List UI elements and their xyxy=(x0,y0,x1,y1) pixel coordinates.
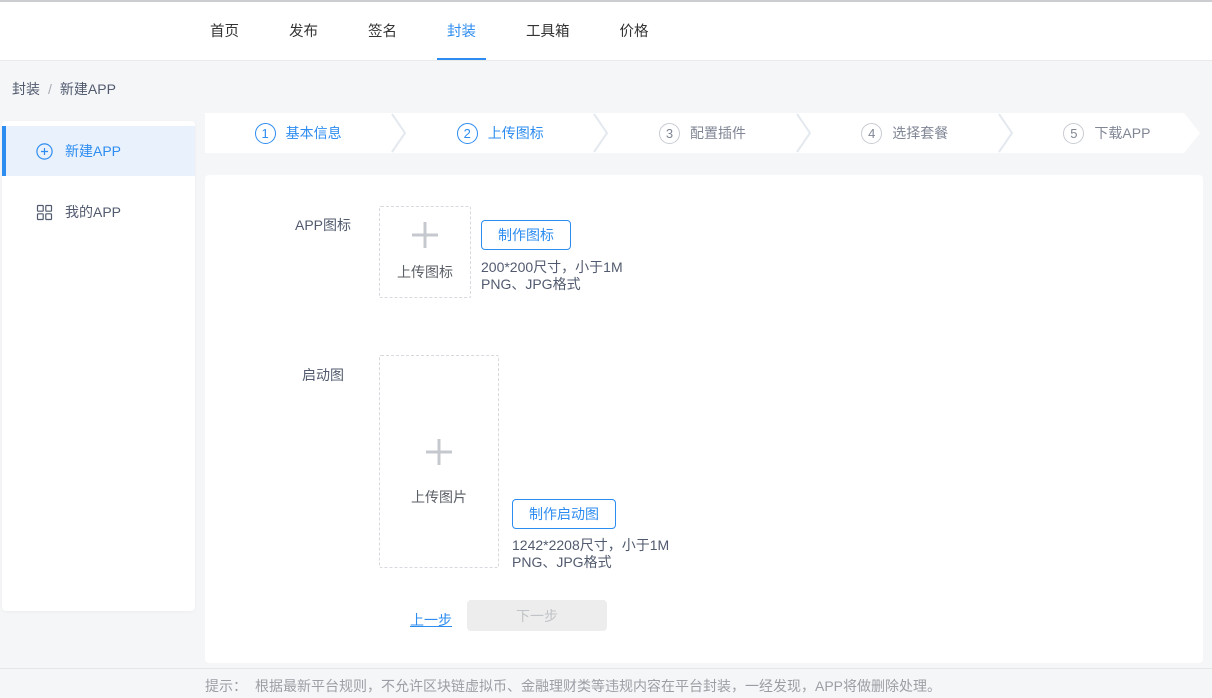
next-step-button[interactable]: 下一步 xyxy=(467,600,607,631)
step-label: 上传图标 xyxy=(488,123,544,143)
plus-icon xyxy=(423,436,455,473)
step-number: 3 xyxy=(659,123,680,144)
chevron-separator-icon xyxy=(391,113,407,153)
step-number: 1 xyxy=(255,123,276,144)
step-select-plan: 4 选择套餐 xyxy=(812,113,998,153)
step-label: 基本信息 xyxy=(286,123,342,143)
step-config-plugins: 3 配置插件 xyxy=(609,113,795,153)
upload-image-text: 上传图片 xyxy=(411,487,467,507)
plus-circle-icon xyxy=(36,143,53,160)
step-label: 下载APP xyxy=(1094,123,1150,143)
step-number: 2 xyxy=(457,123,478,144)
main-nav: 首页 发布 签名 封装 工具箱 价格 xyxy=(200,2,1212,60)
app-icon-hints: 200*200尺寸，小于1M PNG、JPG格式 xyxy=(481,259,623,293)
chevron-separator-icon xyxy=(998,113,1014,153)
icon-format-hint: PNG、JPG格式 xyxy=(481,276,623,293)
sidebar-item-new-app[interactable]: 新建APP xyxy=(2,126,195,176)
make-splash-button[interactable]: 制作启动图 xyxy=(512,499,616,529)
sidebar-item-label: 新建APP xyxy=(65,141,121,161)
icon-size-hint: 200*200尺寸，小于1M xyxy=(481,259,623,276)
splash-info: 制作启动图 1242*2208尺寸，小于1M PNG、JPG格式 xyxy=(512,499,669,571)
breadcrumb: 封装 / 新建APP xyxy=(12,79,116,99)
splash-hints: 1242*2208尺寸，小于1M PNG、JPG格式 xyxy=(512,537,669,571)
step-upload-icon: 2 上传图标 xyxy=(407,113,593,153)
nav-item-sign[interactable]: 签名 xyxy=(358,2,407,60)
tip-label: 提示： xyxy=(205,678,247,694)
breadcrumb-item-package[interactable]: 封装 xyxy=(12,81,40,97)
nav-item-package[interactable]: 封装 xyxy=(437,2,486,60)
nav-item-toolbox[interactable]: 工具箱 xyxy=(516,2,580,60)
footer-tip: 提示： 根据最新平台规则，不允许区块链虚拟币、金融理财类等违规内容在平台封装，一经… xyxy=(205,676,941,696)
tip-text: 根据最新平台规则，不允许区块链虚拟币、金融理财类等违规内容在平台封装，一经发现，… xyxy=(255,678,941,694)
step-number: 5 xyxy=(1063,123,1084,144)
top-navbar: 首页 发布 签名 封装 工具箱 价格 xyxy=(0,2,1212,61)
chevron-separator-icon xyxy=(593,113,609,153)
plus-icon xyxy=(409,219,441,256)
chevron-separator-icon xyxy=(796,113,812,153)
sidebar-item-my-app[interactable]: 我的APP xyxy=(2,187,195,237)
splash-size-hint: 1242*2208尺寸，小于1M xyxy=(512,537,669,554)
breadcrumb-item-new-app: 新建APP xyxy=(60,81,116,97)
breadcrumb-separator: / xyxy=(48,81,52,97)
sidebar-item-label: 我的APP xyxy=(65,202,121,222)
sidebar: 新建APP 我的APP xyxy=(2,121,195,611)
app-icon-label: APP图标 xyxy=(283,215,363,235)
step-number: 4 xyxy=(861,123,882,144)
app-icon-info: 制作图标 200*200尺寸，小于1M PNG、JPG格式 xyxy=(481,220,623,293)
step-label: 配置插件 xyxy=(690,123,746,143)
step-download-app: 5 下载APP xyxy=(1014,113,1200,153)
splash-upload-box[interactable]: 上传图片 xyxy=(379,355,499,568)
main-content-panel: APP图标 上传图标 制作图标 200*200尺寸，小于1M PNG、JPG格式… xyxy=(205,175,1203,663)
nav-item-home[interactable]: 首页 xyxy=(200,2,249,60)
step-basic-info: 1 基本信息 xyxy=(205,113,391,153)
make-icon-button[interactable]: 制作图标 xyxy=(481,220,571,250)
prev-step-link[interactable]: 上一步 xyxy=(410,610,452,630)
app-icon-upload-box[interactable]: 上传图标 xyxy=(379,206,471,298)
nav-item-price[interactable]: 价格 xyxy=(610,2,659,60)
splash-format-hint: PNG、JPG格式 xyxy=(512,554,669,571)
steps-bar: 1 基本信息 2 上传图标 3 配置插件 4 选择套餐 5 下载APP xyxy=(205,113,1200,153)
nav-item-publish[interactable]: 发布 xyxy=(279,2,328,60)
upload-icon-text: 上传图标 xyxy=(397,262,453,282)
step-label: 选择套餐 xyxy=(892,123,948,143)
splash-image-label: 启动图 xyxy=(283,365,363,385)
grid-icon xyxy=(36,204,53,221)
footer-divider xyxy=(0,668,1212,669)
